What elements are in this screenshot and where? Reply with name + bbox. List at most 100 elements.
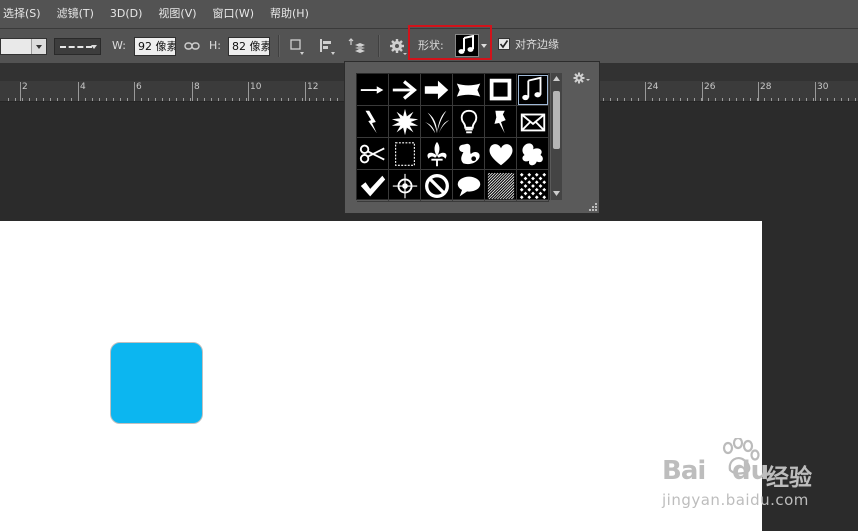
ruler-tick (806, 98, 807, 101)
ruler-tick (337, 98, 338, 101)
ruler-tick (57, 98, 58, 101)
shape-cell-puzzle-blob[interactable] (517, 138, 549, 170)
ruler-number: 10 (250, 82, 262, 92)
menu-select[interactable]: 选择(S) (0, 0, 49, 28)
align-edges-checkbox[interactable] (498, 38, 510, 50)
ornament-icon (458, 143, 480, 164)
thin-arrow-icon (360, 85, 383, 94)
menu-window[interactable]: 窗口(W) (205, 0, 262, 28)
shape-cell-thin-arrow[interactable] (357, 74, 389, 106)
shape-cell-fleur-de-lis[interactable] (421, 138, 453, 170)
ruler-tick (659, 98, 660, 101)
shape-cell-envelope[interactable] (517, 106, 549, 138)
ruler-tick (253, 98, 254, 101)
path-operations-icon[interactable] (289, 38, 305, 56)
shape-cell-checkerboard[interactable] (517, 170, 549, 202)
link-icon[interactable] (184, 40, 200, 52)
menu-bar: 选择(S) 滤镜(T) 3D(D) 视图(V) 窗口(W) 帮助(H) (0, 0, 858, 28)
watermark-brand: Bai (662, 456, 706, 486)
shape-cell-diagonal-pattern[interactable] (485, 170, 517, 202)
width-input[interactable]: 92 像素 (134, 37, 176, 56)
ruler-tick (799, 98, 800, 101)
shape-picker-button[interactable] (455, 34, 479, 57)
shape-grid-scrollbar[interactable] (551, 73, 562, 200)
menu-help[interactable]: 帮助(H) (262, 0, 317, 28)
gear-icon[interactable] (389, 38, 407, 56)
ruler-tick (274, 98, 275, 101)
path-arrangement-icon[interactable] (347, 37, 367, 57)
ruler-tick (190, 98, 191, 101)
divider (278, 35, 280, 57)
align-edges-label: 对齐边缘 (515, 38, 559, 51)
heart-icon (489, 143, 512, 165)
fill-dropdown[interactable] (0, 38, 47, 55)
shape-cell-music-note[interactable] (517, 74, 549, 106)
shape-cell-speech-bubble[interactable] (453, 170, 485, 202)
rounded-rectangle-shape[interactable] (110, 342, 203, 424)
ruler-tick (36, 98, 37, 101)
shape-cell-starburst[interactable] (389, 106, 421, 138)
shape-cell-banner[interactable] (453, 74, 485, 106)
stroke-type-dropdown[interactable] (54, 38, 101, 55)
shape-cell-no-sign[interactable] (421, 170, 453, 202)
menu-view[interactable]: 视图(V) (150, 0, 204, 28)
ruler-tick (141, 98, 142, 101)
ruler-tick (834, 98, 835, 101)
scroll-down-icon[interactable] (553, 191, 560, 196)
ruler-tick (85, 98, 86, 101)
ruler-tick (64, 98, 65, 101)
ruler-number: 26 (704, 82, 716, 92)
ruler-tick (232, 98, 233, 101)
chevron-down-icon[interactable] (481, 44, 487, 48)
ruler-tick (855, 98, 856, 101)
shape-picker-highlight (408, 25, 492, 60)
chevron-down-icon (31, 39, 46, 54)
resize-grip-icon[interactable] (588, 202, 597, 211)
ruler-tick (169, 98, 170, 101)
ruler-tick (113, 98, 114, 101)
ruler-major-tick (702, 82, 703, 101)
gear-icon[interactable] (573, 72, 591, 84)
light-bulb-icon (460, 109, 477, 133)
shape-cell-scissors[interactable] (357, 138, 389, 170)
ruler-number: 6 (136, 82, 142, 92)
ruler-tick (750, 98, 751, 101)
scrollbar-thumb[interactable] (553, 91, 560, 149)
shape-cell-crosshair[interactable] (389, 170, 421, 202)
ruler-major-tick (134, 82, 135, 101)
shape-cell-heart[interactable] (485, 138, 517, 170)
shape-cell-bold-arrow[interactable] (421, 74, 453, 106)
shape-cell-checkmark[interactable] (357, 170, 389, 202)
grass-icon (424, 110, 449, 133)
ruler-tick (631, 98, 632, 101)
menu-3d[interactable]: 3D(D) (102, 0, 151, 28)
scroll-up-icon[interactable] (553, 76, 560, 81)
menu-filter[interactable]: 滤镜(T) (49, 0, 102, 28)
shape-cell-light-bulb[interactable] (453, 106, 485, 138)
ruler-tick (92, 98, 93, 101)
path-alignment-icon[interactable] (318, 38, 336, 56)
ruler-tick (617, 98, 618, 101)
shape-cell-ornament[interactable] (453, 138, 485, 170)
ruler-major-tick (645, 82, 646, 101)
stamp-frame-icon (394, 141, 415, 166)
divider (378, 35, 380, 57)
shape-cell-square-frame[interactable] (485, 74, 517, 106)
ruler-tick (673, 98, 674, 101)
shape-cell-grass[interactable] (421, 106, 453, 138)
ruler-tick (848, 98, 849, 101)
shape-cell-arrow[interactable] (389, 74, 421, 106)
bold-arrow-icon (424, 80, 448, 99)
shape-picker-panel (344, 61, 600, 214)
ruler-number: 24 (647, 82, 659, 92)
ruler-tick (197, 98, 198, 101)
fleur-de-lis-icon (426, 141, 447, 166)
ruler-tick (820, 98, 821, 101)
ruler-tick (687, 98, 688, 101)
shape-cell-stamp-frame[interactable] (389, 138, 421, 170)
shape-cell-lightning[interactable] (357, 106, 389, 138)
shape-cell-thumbtack[interactable] (485, 106, 517, 138)
thumbtack-icon (493, 110, 506, 133)
puzzle-blob-icon (521, 142, 543, 165)
height-input[interactable]: 82 像素 (228, 37, 270, 56)
